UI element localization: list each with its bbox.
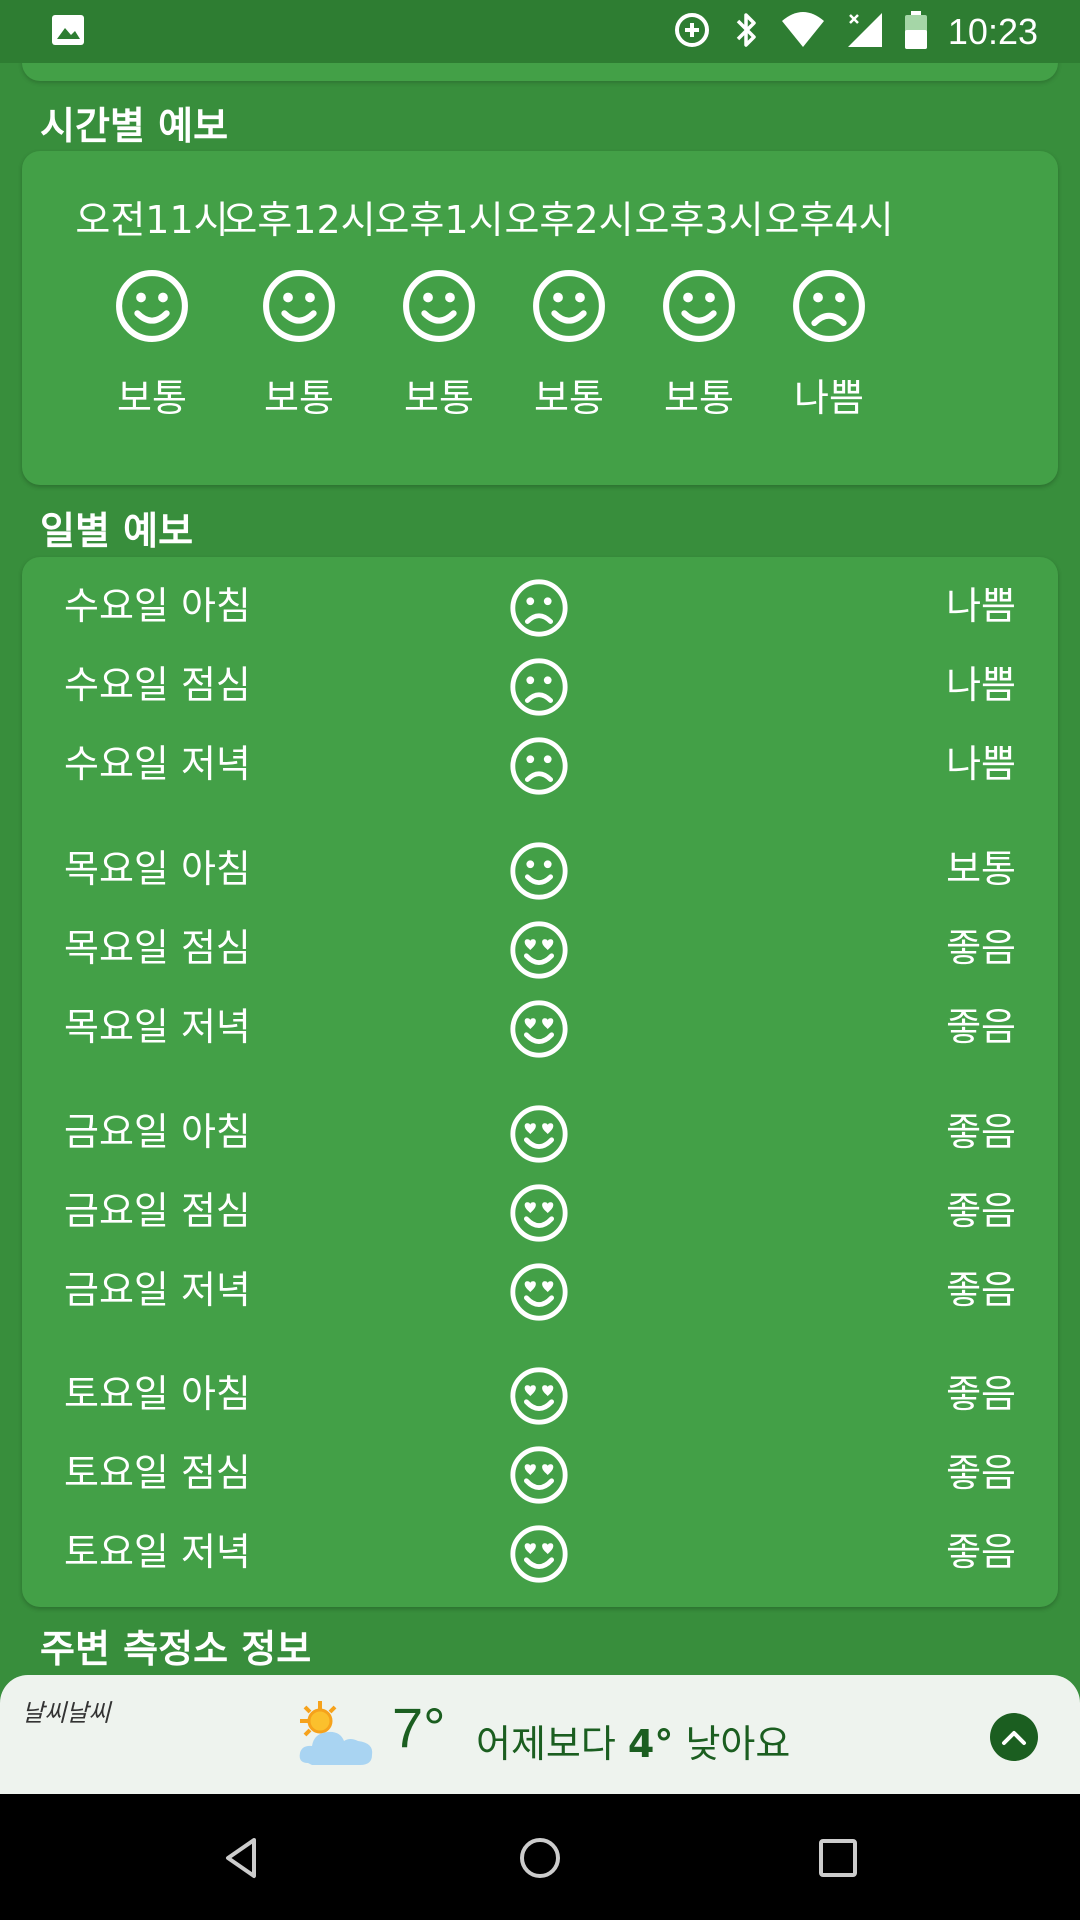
heart-eyes-face-icon: [508, 919, 570, 981]
daily-label: 목요일 점심: [64, 926, 251, 970]
daily-label: 금요일 점심: [64, 1189, 251, 1233]
daily-row: 금요일 저녁 좋음: [22, 1251, 1058, 1330]
daily-label: 토요일 저녁: [64, 1530, 251, 1574]
image-icon: [50, 13, 86, 51]
frown-face-icon: [508, 656, 570, 718]
daily-label: 목요일 저녁: [64, 1005, 251, 1049]
hourly-item: 오후4시나쁨: [744, 151, 914, 423]
hourly-forecast-title: 시간별 예보: [40, 104, 229, 148]
daily-label: 토요일 아침: [64, 1372, 251, 1416]
daily-label: 금요일 아침: [64, 1110, 251, 1154]
clock: 10:23: [947, 10, 1038, 52]
smile-face-icon: [660, 267, 738, 345]
daily-row: 목요일 저녁 좋음: [22, 988, 1058, 1067]
wifi-icon: [780, 11, 826, 53]
heart-eyes-face-icon: [508, 1365, 570, 1427]
smile-face-icon: [113, 267, 191, 345]
hourly-forecast-card[interactable]: 오전11시 보통 오후12시 보통 오후1시 보통 오후2시 보통 오후3시 보통 오후4시 나쁨: [22, 151, 1058, 485]
smile-face-icon: [508, 840, 570, 902]
daily-status: 보통: [946, 847, 1016, 891]
comparison-diff: 4°: [627, 1722, 674, 1766]
heart-eyes-face-icon: [508, 998, 570, 1060]
daily-label: 목요일 아침: [64, 847, 251, 891]
data-saver-icon: [672, 10, 712, 54]
heart-eyes-face-icon: [508, 1523, 570, 1585]
main-content[interactable]: 시간별 예보 오전11시 보통 오후12시 보통 오후1시 보통 오후2시 보통 오후3시 보통 오…: [0, 63, 1080, 1675]
previous-card: [22, 63, 1058, 81]
daily-label: 수요일 점심: [64, 663, 251, 707]
daily-row: 수요일 아침 나쁨: [22, 567, 1058, 646]
daily-status: 좋음: [946, 1110, 1016, 1154]
heart-eyes-face-icon: [508, 1182, 570, 1244]
daily-status: 좋음: [946, 1372, 1016, 1416]
daily-status: 좋음: [946, 1451, 1016, 1495]
weather-widget[interactable]: 날씨날씨 7° 어제보다 4° 낮아요: [0, 1675, 1080, 1794]
daily-label: 금요일 저녁: [64, 1268, 251, 1312]
home-icon[interactable]: [516, 1834, 564, 1882]
daily-forecast-card: 수요일 아침 나쁨 수요일 점심 나쁨 수요일 저녁 나쁨 목요일 아침 보통 목요일 점심 좋음…: [22, 557, 1058, 1607]
expand-button[interactable]: [990, 1713, 1038, 1761]
daily-row: 목요일 아침 보통: [22, 830, 1058, 909]
frown-face-icon: [508, 577, 570, 639]
comparison-prefix: 어제보다: [476, 1722, 628, 1766]
signal-icon: [846, 11, 884, 53]
daily-row: 토요일 아침 좋음: [22, 1355, 1058, 1434]
recents-icon[interactable]: [814, 1834, 862, 1882]
smile-face-icon: [530, 267, 608, 345]
status-bar: 10:23: [0, 0, 1080, 63]
hourly-status: 보통: [117, 376, 187, 420]
hourly-status: 보통: [534, 376, 604, 420]
nearby-stations-title: 주변 측정소 정보: [40, 1627, 312, 1671]
daily-row: 목요일 점심 좋음: [22, 909, 1058, 988]
comparison-suffix: 낮아요: [673, 1722, 791, 1766]
smile-face-icon: [400, 267, 478, 345]
daily-status: 나쁨: [946, 663, 1016, 707]
chevron-up-icon: [1002, 1731, 1026, 1745]
daily-status: 좋음: [946, 1268, 1016, 1312]
hourly-time: 오전11시: [75, 198, 229, 242]
back-icon[interactable]: [218, 1834, 266, 1882]
daily-label: 수요일 아침: [64, 584, 251, 628]
widget-logo: 날씨날씨: [22, 1699, 111, 1727]
daily-status: 좋음: [946, 926, 1016, 970]
daily-row: 토요일 점심 좋음: [22, 1434, 1058, 1513]
hourly-status: 보통: [264, 376, 334, 420]
navigation-bar: [0, 1794, 1080, 1920]
hourly-status: 나쁨: [794, 376, 864, 420]
hourly-time: 오후4시: [764, 198, 894, 242]
daily-row: 수요일 저녁 나쁨: [22, 725, 1058, 804]
battery-icon: [904, 10, 928, 54]
partly-cloudy-icon: [294, 1699, 378, 1771]
daily-row: 토요일 저녁 좋음: [22, 1513, 1058, 1592]
daily-label: 토요일 점심: [64, 1451, 251, 1495]
smile-face-icon: [260, 267, 338, 345]
daily-row: 금요일 점심 좋음: [22, 1172, 1058, 1251]
heart-eyes-face-icon: [508, 1103, 570, 1165]
heart-eyes-face-icon: [508, 1444, 570, 1506]
daily-label: 수요일 저녁: [64, 742, 251, 786]
daily-status: 좋음: [946, 1005, 1016, 1049]
daily-status: 나쁨: [946, 584, 1016, 628]
hourly-time: 오후12시: [222, 198, 376, 242]
current-temperature: 7°: [392, 1696, 446, 1759]
daily-row: 수요일 점심 나쁨: [22, 646, 1058, 725]
temperature-comparison: 어제보다 4° 낮아요: [476, 1713, 790, 1768]
bluetooth-icon: [732, 10, 760, 54]
hourly-item: 오전11시보통: [67, 151, 237, 423]
frown-face-icon: [508, 735, 570, 797]
daily-row: 금요일 아침 좋음: [22, 1093, 1058, 1172]
heart-eyes-face-icon: [508, 1261, 570, 1323]
hourly-status: 보통: [664, 376, 734, 420]
daily-forecast-title: 일별 예보: [40, 509, 194, 553]
daily-status: 좋음: [946, 1530, 1016, 1574]
daily-status: 나쁨: [946, 742, 1016, 786]
frown-face-icon: [790, 267, 868, 345]
hourly-status: 보통: [404, 376, 474, 420]
daily-status: 좋음: [946, 1189, 1016, 1233]
